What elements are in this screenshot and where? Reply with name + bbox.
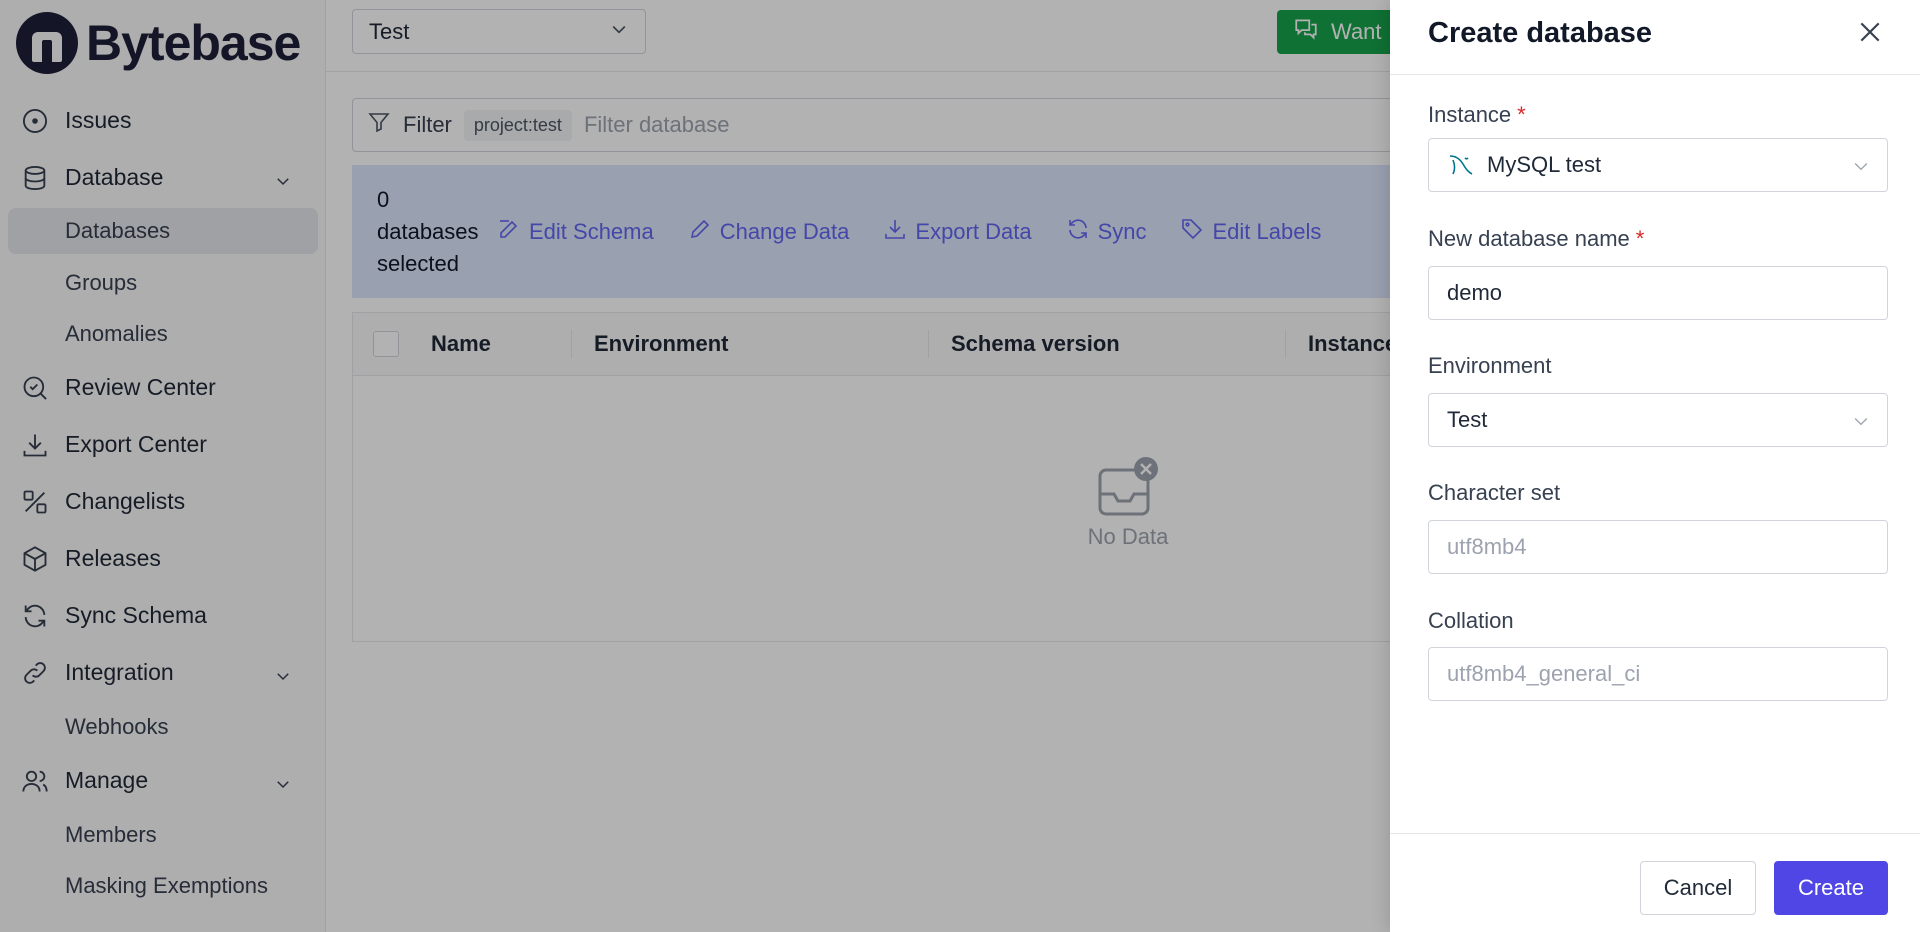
drawer-header: Create database <box>1390 0 1920 75</box>
mysql-icon <box>1447 152 1475 178</box>
charset-input-placeholder: utf8mb4 <box>1447 534 1527 559</box>
close-button[interactable] <box>1854 18 1886 50</box>
collation-label-text: Collation <box>1428 608 1514 633</box>
drawer-title: Create database <box>1428 17 1653 49</box>
charset-label: Character set <box>1428 480 1560 506</box>
collation-input[interactable]: utf8mb4_general_ci <box>1428 647 1888 701</box>
chevron-down-icon <box>1851 156 1871 182</box>
charset-label-text: Character set <box>1428 480 1561 505</box>
instance-label: Instance * <box>1428 102 1526 128</box>
database-name-input[interactable]: demo <box>1428 266 1888 320</box>
charset-input[interactable]: utf8mb4 <box>1428 520 1888 574</box>
collation-input-placeholder: utf8mb4_general_ci <box>1447 661 1641 686</box>
instance-select[interactable]: MySQL test <box>1428 138 1888 192</box>
environment-select[interactable]: Test <box>1428 393 1888 447</box>
environment-label-text: Environment <box>1428 353 1552 378</box>
instance-label-text: Instance <box>1428 102 1512 127</box>
cancel-button[interactable]: Cancel <box>1640 861 1756 915</box>
required-mark: * <box>1635 226 1645 251</box>
create-database-drawer: Create database Instance * MySQL test New… <box>1390 0 1920 932</box>
required-mark: * <box>1517 102 1526 127</box>
environment-select-value: Test <box>1447 407 1488 432</box>
close-icon <box>1857 19 1883 50</box>
database-name-input-value: demo <box>1447 280 1503 305</box>
instance-select-value: MySQL test <box>1487 152 1602 177</box>
database-name-label-text: New database name <box>1428 226 1630 251</box>
modal-overlay[interactable] <box>0 0 1390 932</box>
database-name-label: New database name * <box>1428 226 1644 252</box>
environment-label: Environment <box>1428 353 1552 379</box>
drawer-footer: Cancel Create <box>1390 833 1920 932</box>
create-button[interactable]: Create <box>1774 861 1888 915</box>
chevron-down-icon <box>1851 411 1871 437</box>
collation-label: Collation <box>1428 608 1514 634</box>
